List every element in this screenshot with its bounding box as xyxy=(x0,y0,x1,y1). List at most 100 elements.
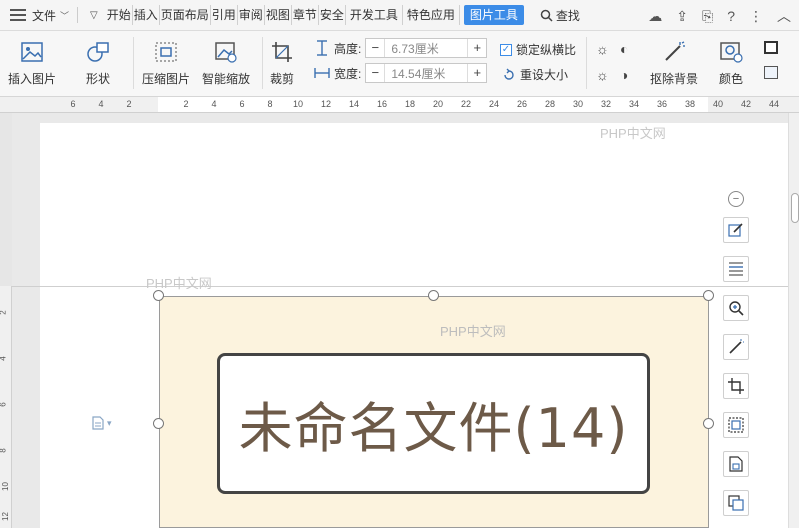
width-row: 宽度: − + xyxy=(314,63,488,83)
width-increase-button[interactable]: + xyxy=(468,64,486,82)
ruler-tick: 36 xyxy=(656,99,668,109)
resize-handle-top-right[interactable] xyxy=(703,290,714,301)
pencil-icon xyxy=(728,223,743,237)
tab-references[interactable]: 引用 xyxy=(211,5,238,25)
vertical-ruler[interactable]: 2 4 6 8 10 12 xyxy=(0,286,12,528)
brightness-up-icon[interactable]: ☼ xyxy=(596,41,609,57)
ribbon-divider xyxy=(586,37,587,89)
smart-scale-button[interactable]: 智能缩放 xyxy=(202,40,250,87)
image-title-text: 未命名文件(14) xyxy=(238,397,629,460)
brightness-down-icon[interactable]: ☼ xyxy=(596,67,609,83)
ruler-tick: 40 xyxy=(712,99,724,109)
picture-frame-button[interactable] xyxy=(723,412,749,438)
divider xyxy=(77,7,79,23)
ruler-tick: 30 xyxy=(572,99,584,109)
reset-icon xyxy=(504,68,514,80)
smart-scale-icon xyxy=(214,40,238,64)
copy-picture-icon xyxy=(728,495,744,511)
ruler-tick: 4 xyxy=(0,356,8,360)
height-input[interactable] xyxy=(384,39,469,57)
share-icon[interactable]: ⇪ xyxy=(676,8,688,25)
insert-picture-label: 插入图片 xyxy=(8,72,57,86)
collapse-ribbon-icon[interactable]: ︿ xyxy=(777,6,791,26)
text-wrap-icon xyxy=(729,262,743,276)
watermark: PHP中文网 xyxy=(600,126,666,141)
hamburger-icon[interactable] xyxy=(10,9,26,21)
ruler-tick: 32 xyxy=(600,99,612,109)
shape-button[interactable]: 形状 xyxy=(86,40,110,87)
tab-special[interactable]: 特色应用 xyxy=(403,5,460,25)
smart-scale-label: 智能缩放 xyxy=(202,72,251,86)
file-menu[interactable]: 文件 ﹀ xyxy=(32,7,69,24)
height-label: 高度: xyxy=(334,41,362,56)
vertical-scrollbar[interactable] xyxy=(788,113,799,528)
quick-access-chevron-icon[interactable]: ▽ xyxy=(90,10,98,21)
search-button[interactable]: 查找 xyxy=(540,7,580,24)
picture-border-icon[interactable] xyxy=(764,41,778,54)
ruler-tick: 26 xyxy=(516,99,528,109)
height-increase-button[interactable]: + xyxy=(468,39,486,57)
ribbon-tabs: 开始 插入 页面布局 引用 审阅 视图 章节 安全 开发工具 特色应用 图片工具 xyxy=(106,0,524,30)
picture-to-pdf-button[interactable] xyxy=(723,451,749,477)
ruler-tick: 12 xyxy=(0,512,10,521)
picture-to-text-button[interactable] xyxy=(723,490,749,516)
crop-side-button[interactable] xyxy=(723,373,749,399)
export-icon[interactable]: ⎘ xyxy=(702,8,713,25)
height-stepper: − + xyxy=(365,38,488,58)
tab-review[interactable]: 审阅 xyxy=(238,5,265,25)
compress-picture-label: 压缩图片 xyxy=(142,72,191,86)
resize-handle-right[interactable] xyxy=(703,418,714,429)
cloud-icon[interactable]: ☁ xyxy=(648,8,662,25)
tab-section[interactable]: 章节 xyxy=(292,5,319,25)
ruler-tick: 24 xyxy=(488,99,500,109)
picture-frame-icon xyxy=(728,417,744,433)
resize-handle-left[interactable] xyxy=(153,418,164,429)
more-icon[interactable]: ⋮ xyxy=(749,8,763,25)
tab-picture-tools[interactable]: 图片工具 xyxy=(463,5,524,25)
width-input[interactable] xyxy=(384,64,469,82)
tab-developer[interactable]: 开发工具 xyxy=(346,5,403,25)
collapse-toolbar-button[interactable]: − xyxy=(728,191,744,207)
tab-view[interactable]: 视图 xyxy=(265,5,292,25)
color-button[interactable]: 颜色 xyxy=(719,40,743,87)
ruler-tick: 44 xyxy=(768,99,780,109)
zoom-in-icon xyxy=(729,301,744,316)
tab-page-layout[interactable]: 页面布局 xyxy=(160,5,211,25)
height-decrease-button[interactable]: − xyxy=(366,39,384,57)
tab-insert[interactable]: 插入 xyxy=(133,5,160,25)
ruler-tick: 28 xyxy=(544,99,556,109)
contrast-down-icon[interactable]: ◑ xyxy=(620,67,628,83)
resize-handle-top[interactable] xyxy=(428,290,439,301)
ruler-tick: 34 xyxy=(628,99,640,109)
horizontal-ruler[interactable]: 6 4 2 2 4 6 8 10 12 14 16 18 20 22 24 26… xyxy=(0,97,799,113)
insert-picture-button[interactable]: 插入图片 xyxy=(8,40,56,87)
reset-size-button[interactable]: 重设大小 xyxy=(502,66,568,83)
text-wrap-button[interactable] xyxy=(723,256,749,282)
layout-options-button[interactable]: ▾ xyxy=(92,416,112,430)
picture-effects-icon[interactable] xyxy=(764,66,778,79)
edit-picture-button[interactable] xyxy=(723,217,749,243)
remove-background-button[interactable]: 抠除背景 xyxy=(650,40,698,87)
crop-button[interactable]: 裁剪 xyxy=(270,40,294,87)
lock-ratio-label: 锁定纵横比 xyxy=(516,43,577,57)
compress-picture-button[interactable]: 压缩图片 xyxy=(142,40,190,87)
crop-label: 裁剪 xyxy=(270,72,295,86)
ruler-tick: 2 xyxy=(126,99,132,109)
tab-security[interactable]: 安全 xyxy=(319,5,346,25)
ribbon: 插入图片 形状 压缩图片 智能缩放 裁剪 高度: − + xyxy=(0,31,799,97)
scrollbar-thumb[interactable] xyxy=(791,193,799,223)
help-icon[interactable]: ? xyxy=(727,8,735,24)
resize-handle-top-left[interactable] xyxy=(153,290,164,301)
contrast-up-icon[interactable]: ◐ xyxy=(620,41,628,57)
width-decrease-button[interactable]: − xyxy=(366,64,384,82)
magic-wand-icon xyxy=(662,40,686,64)
document-icon xyxy=(92,416,104,430)
page-boundary-line xyxy=(12,286,788,287)
checkmark-icon: ✓ xyxy=(500,43,512,56)
magic-wand-icon xyxy=(729,339,744,354)
lock-ratio-checkbox[interactable]: ✓ 锁定纵横比 xyxy=(500,41,576,58)
zoom-picture-button[interactable] xyxy=(723,295,749,321)
ruler-tick: 4 xyxy=(211,99,217,109)
remove-bg-side-button[interactable] xyxy=(723,334,749,360)
tab-home[interactable]: 开始 xyxy=(106,5,133,25)
